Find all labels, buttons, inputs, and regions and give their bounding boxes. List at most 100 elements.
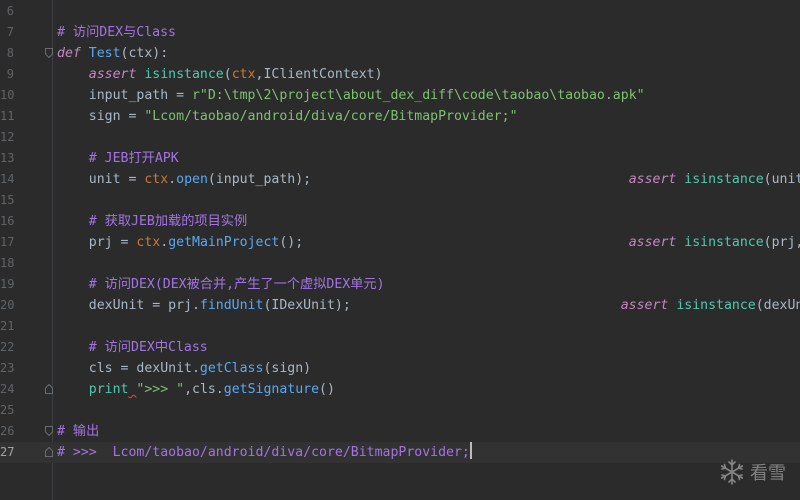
code-line[interactable]: 26 # 输出 <box>0 421 800 442</box>
code-line[interactable]: 27 # >>> Lcom/taobao/android/diva/core/Bi… <box>0 442 800 463</box>
code-token: (unit,IUnit) <box>763 172 800 187</box>
line-number: 15 <box>0 193 15 207</box>
code-token: findUnit <box>199 298 264 313</box>
line-number: 18 <box>0 256 15 270</box>
code-line[interactable]: 24 print ">>> ",cls.getSignature() <box>0 379 800 400</box>
code-token: (dexUnit,IDexUnit) <box>755 298 800 313</box>
code-token: # 获取JEB加载的项目实例 <box>57 214 248 229</box>
code-token: . <box>160 235 169 250</box>
line-number: 11 <box>0 109 15 123</box>
code-line[interactable]: 13 # JEB打开APK <box>0 148 800 169</box>
code-token: (IDexUnit); <box>263 298 621 313</box>
code-line[interactable]: 19 # 访问DEX(DEX被合并,产生了一个虚拟DEX单元) <box>0 274 800 295</box>
code-token: assert <box>628 235 685 250</box>
code-token: r"D:\tmp\2\project\about_dex_diff\code\t… <box>191 88 645 103</box>
code-line[interactable]: 6 <box>0 1 800 22</box>
code-token: def <box>57 46 89 61</box>
code-line[interactable]: 16 # 获取JEB加载的项目实例 <box>0 211 800 232</box>
line-number: 19 <box>0 277 15 291</box>
code-token: isinstance <box>676 298 756 313</box>
code-token: ctx <box>136 235 161 250</box>
line-number: 9 <box>6 67 14 81</box>
code-token: ">>> " <box>136 382 185 397</box>
code-line[interactable]: 20 dexUnit = prj.findUnit(IDexUnit); ass… <box>0 295 800 316</box>
line-number: 7 <box>6 25 14 39</box>
fold-open-icon[interactable] <box>45 48 53 58</box>
code-token: cls = dexUnit. <box>57 361 200 376</box>
code-line[interactable]: 23 cls = dexUnit.getClass(sign) <box>0 358 800 379</box>
code-text: sign = "Lcom/taobao/android/diva/core/Bi… <box>57 106 518 127</box>
code-line[interactable]: 7 # 访问DEX与Class <box>0 22 800 43</box>
line-number: 12 <box>0 130 15 144</box>
code-line[interactable]: 8 def Test(ctx): <box>0 43 800 64</box>
code-line[interactable]: 12 <box>0 127 800 148</box>
line-number: 13 <box>0 151 15 165</box>
code-token: getSignature <box>223 382 320 397</box>
code-token: Test <box>88 46 121 61</box>
code-token: ctx <box>144 172 169 187</box>
line-number: 23 <box>0 361 15 375</box>
code-line[interactable]: 21 <box>0 316 800 337</box>
code-token: (ctx): <box>120 46 169 61</box>
code-editor[interactable]: 6 7 # 访问DEX与Class 8 def Test(ctx): 9 assert i… <box>0 0 800 500</box>
line-number: 26 <box>0 424 15 438</box>
code-token: prj = <box>57 235 137 250</box>
code-token: (sign) <box>263 361 312 376</box>
line-number: 8 <box>6 46 14 60</box>
line-number: 22 <box>0 340 15 354</box>
code-text: assert isinstance(ctx,IClientContext) <box>57 64 383 85</box>
code-token: isinstance <box>144 67 224 82</box>
code-token: ctx <box>231 67 256 82</box>
code-token: (prj,IRuntimeProject) <box>763 235 800 250</box>
code-text: # 获取JEB加载的项目实例 <box>57 211 247 232</box>
code-token: dexUnit = prj. <box>57 298 200 313</box>
code-text: def Test(ctx): <box>57 43 168 64</box>
code-token: ,cls. <box>184 382 224 397</box>
code-line[interactable]: 17 prj = ctx.getMainProject(); assert is… <box>0 232 800 253</box>
code-line[interactable]: 25 <box>0 400 800 421</box>
code-token: # 输出 <box>57 424 100 439</box>
code-token: (); <box>279 235 629 250</box>
line-number: 24 <box>0 382 15 396</box>
fold-close-icon[interactable] <box>45 447 53 457</box>
code-line[interactable]: 11 sign = "Lcom/taobao/android/diva/core… <box>0 106 800 127</box>
code-token: # 访问DEX与Class <box>57 25 176 40</box>
text-cursor <box>469 442 472 459</box>
code-token: . <box>168 172 177 187</box>
code-token: assert <box>620 298 677 313</box>
code-text: dexUnit = prj.findUnit(IDexUnit); assert… <box>57 295 800 316</box>
code-token: ( <box>223 67 232 82</box>
code-line[interactable]: 10 input_path = r"D:\tmp\2\project\about… <box>0 85 800 106</box>
code-line[interactable]: 9 assert isinstance(ctx,IClientContext) <box>0 64 800 85</box>
code-token: isinstance <box>684 172 764 187</box>
fold-open-icon[interactable] <box>45 426 53 436</box>
code-token: input_path = <box>57 88 192 103</box>
watermark-text: 看雪 <box>750 463 786 484</box>
code-text: print ">>> ",cls.getSignature() <box>57 379 335 400</box>
code-line[interactable]: 18 <box>0 253 800 274</box>
line-number: 20 <box>0 298 15 312</box>
code-token: print <box>88 382 129 397</box>
code-token: # JEB打开APK <box>57 151 179 166</box>
code-token: isinstance <box>684 235 764 250</box>
code-token: getMainProject <box>168 235 280 250</box>
code-text: unit = ctx.open(input_path); assert isin… <box>57 169 800 190</box>
line-number: 14 <box>0 172 15 186</box>
code-token: unit = <box>57 172 145 187</box>
watermark: 看雪 <box>718 458 786 486</box>
code-text: # 访问DEX中Class <box>57 337 208 358</box>
line-number: 25 <box>0 403 15 417</box>
line-number: 16 <box>0 214 15 228</box>
fold-close-icon[interactable] <box>45 384 53 394</box>
code-line[interactable]: 14 unit = ctx.open(input_path); assert i… <box>0 169 800 190</box>
code-token: assert <box>88 67 145 82</box>
code-line[interactable]: 22 # 访问DEX中Class <box>0 337 800 358</box>
code-token: # 访问DEX中Class <box>57 340 208 355</box>
line-number: 21 <box>0 319 15 333</box>
code-token: () <box>319 382 335 397</box>
code-line[interactable]: 15 <box>0 190 800 211</box>
line-number: 10 <box>0 88 15 102</box>
code-text: # 访问DEX(DEX被合并,产生了一个虚拟DEX单元) <box>57 274 385 295</box>
code-text: prj = ctx.getMainProject(); assert isins… <box>57 232 800 253</box>
